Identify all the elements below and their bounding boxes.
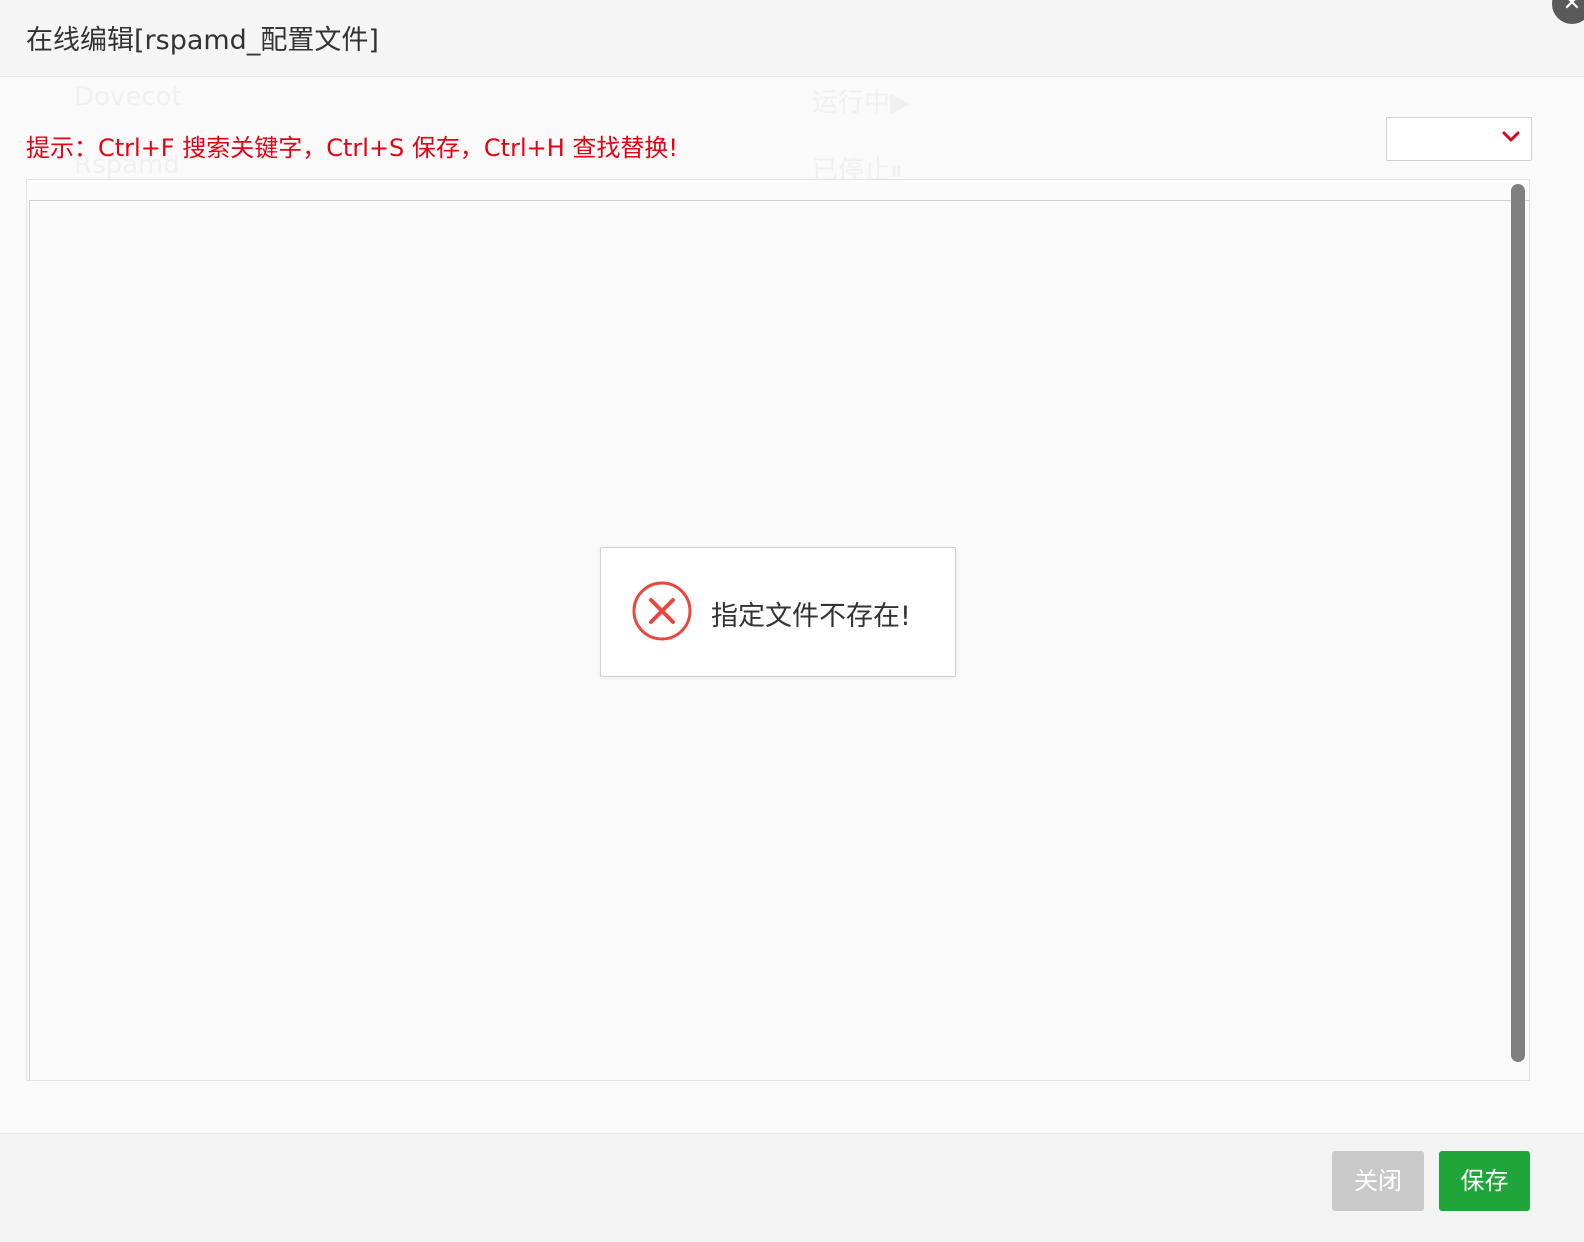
shortcut-hint: 提示：Ctrl+F 搜索关键字，Ctrl+S 保存，Ctrl+H 查找替换! xyxy=(26,134,679,162)
error-toast: 指定文件不存在! xyxy=(600,547,956,677)
error-message: 指定文件不存在! xyxy=(711,601,911,632)
error-icon xyxy=(632,581,692,641)
online-edit-dialog: 在线编辑[rspamd_配置文件] ✕ 提示：Ctrl+F 搜索关键字，Ctrl… xyxy=(0,0,1584,1242)
close-button[interactable]: 关闭 xyxy=(1332,1151,1424,1211)
dialog-title: 在线编辑[rspamd_配置文件] xyxy=(26,25,379,56)
save-button[interactable]: 保存 xyxy=(1439,1151,1530,1211)
encoding-select[interactable] xyxy=(1386,117,1532,161)
dialog-header: 在线编辑[rspamd_配置文件] xyxy=(0,0,1584,77)
dialog-footer: 关闭 保存 xyxy=(0,1133,1584,1242)
editor-scrollbar[interactable] xyxy=(1511,184,1525,1062)
chevron-down-icon xyxy=(1502,131,1520,142)
